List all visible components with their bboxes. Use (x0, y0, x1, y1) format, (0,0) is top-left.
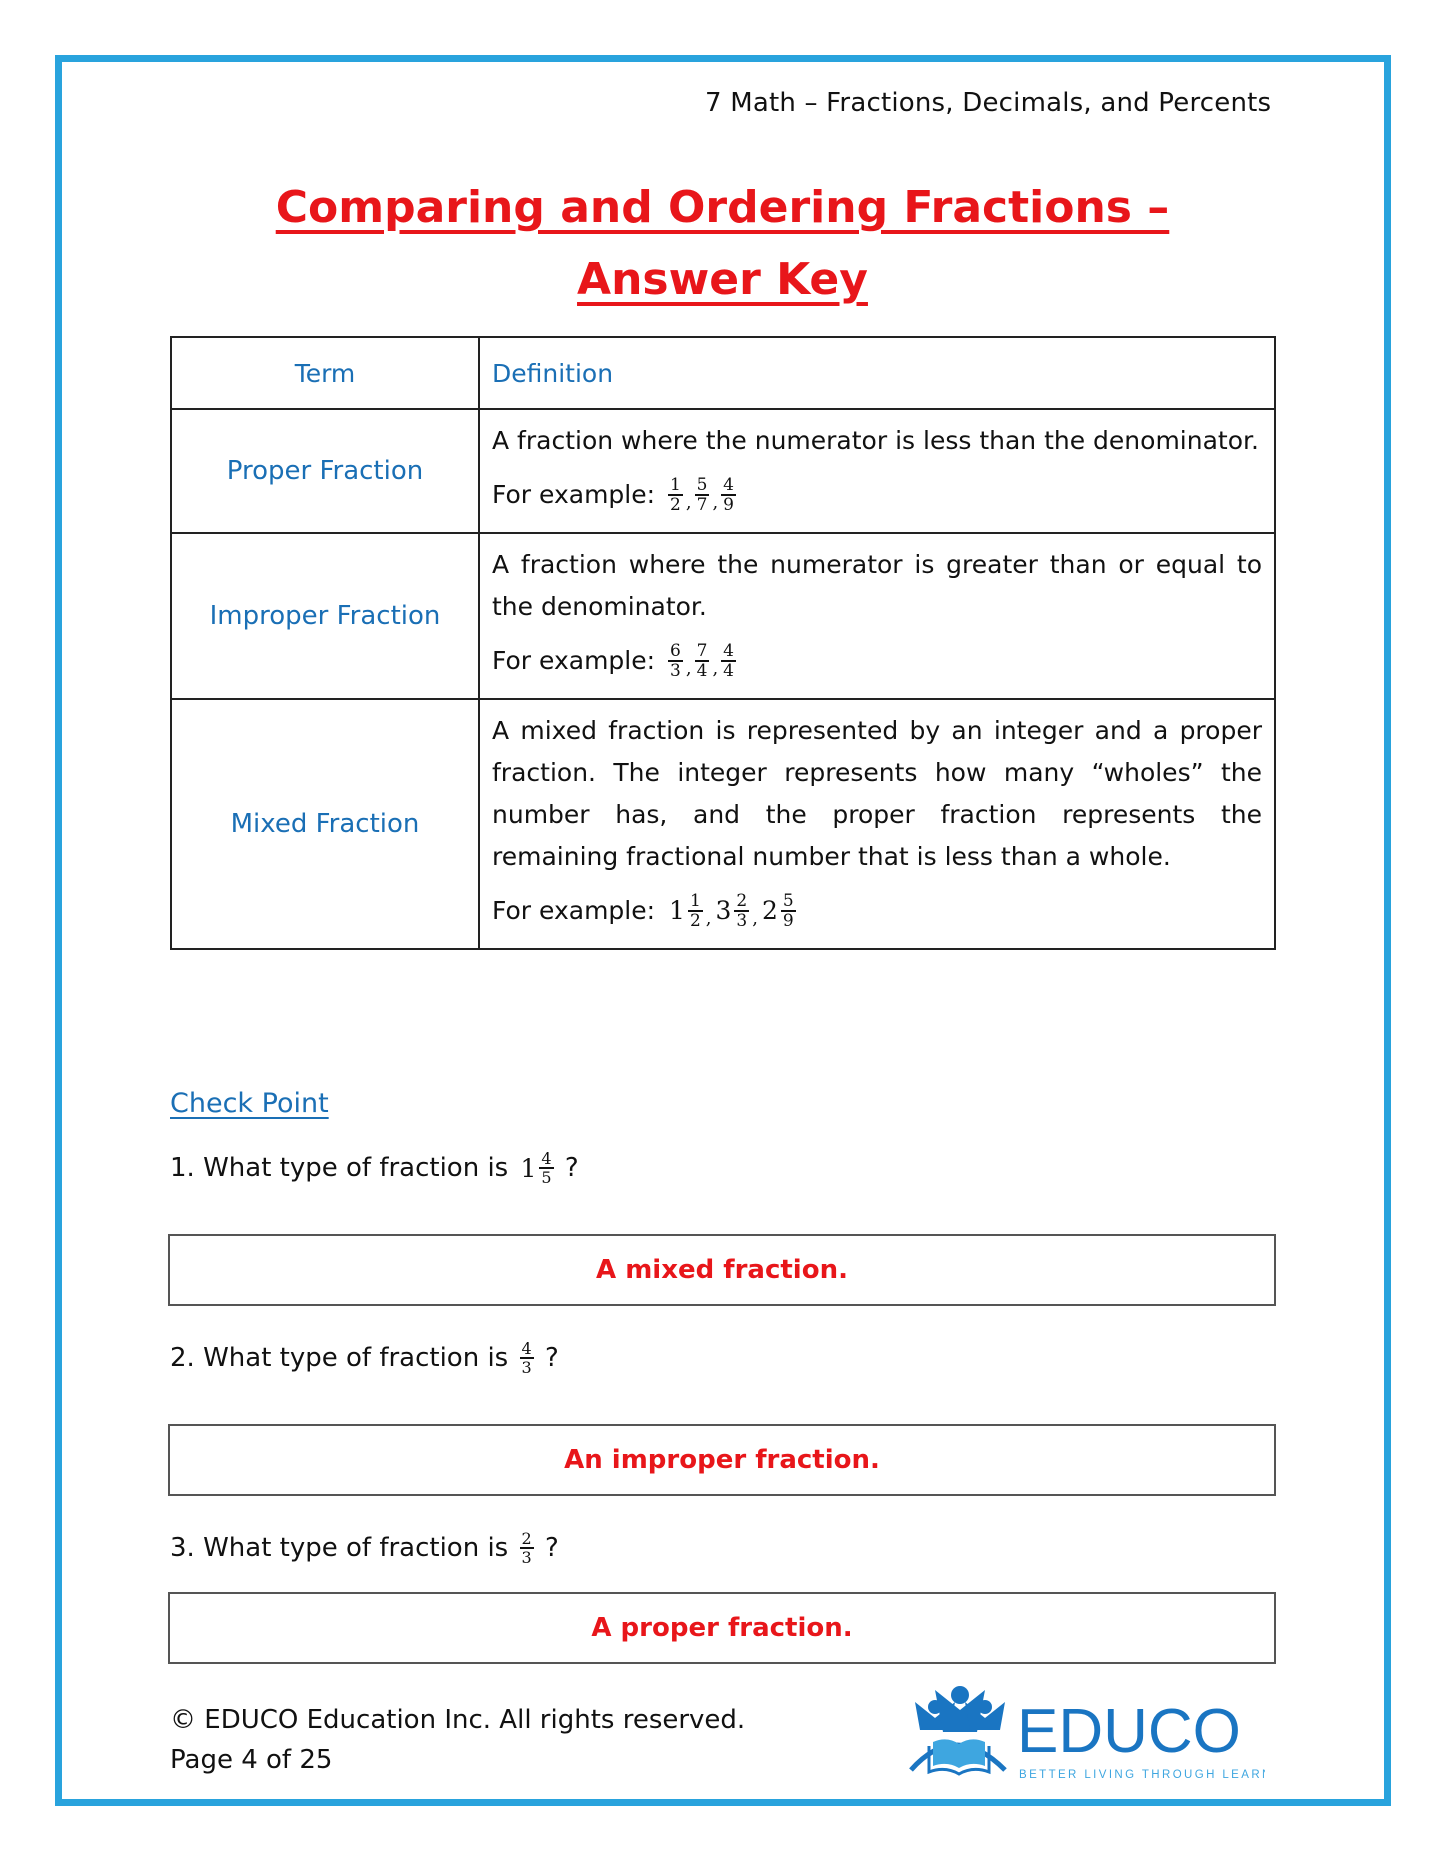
fraction: 12 (687, 891, 703, 931)
question-3: 3. What type of fraction is 23 ? (170, 1530, 559, 1566)
separator: , (685, 658, 692, 679)
numerator: 4 (519, 1339, 534, 1359)
fraction: 23 (734, 891, 750, 931)
fraction: 23 (519, 1529, 534, 1567)
question-mark: ? (536, 1533, 559, 1563)
example-label: For example: (492, 480, 656, 509)
example-line: For example: 112,323,259 (492, 888, 1262, 934)
denominator: 2 (670, 495, 681, 515)
copyright-text: © EDUCO Education Inc. All rights reserv… (170, 1705, 746, 1735)
table-row: Improper Fraction A fraction where the n… (170, 532, 1276, 700)
definition-cell: A mixed fraction is represented by an in… (478, 698, 1276, 950)
numerator: 2 (734, 891, 750, 912)
check-point-heading: Check Point (170, 1088, 329, 1119)
logo-tagline: BETTER LIVING THROUGH LEARNING (1019, 1769, 1265, 1781)
denominator: 3 (736, 911, 748, 931)
fraction: 12 (668, 476, 683, 514)
fraction: 44 (721, 642, 736, 680)
numerator: 2 (519, 1529, 534, 1549)
term-cell: Mixed Fraction (170, 698, 480, 950)
question-text: 2. What type of fraction is (170, 1343, 517, 1373)
denominator: 9 (782, 911, 794, 931)
numerator: 1 (668, 475, 683, 496)
definition-cell: A fraction where the numerator is greate… (478, 532, 1276, 700)
fraction: 45 (539, 1149, 554, 1187)
question-text: 1. What type of fraction is (170, 1153, 517, 1183)
page-number: Page 4 of 25 (170, 1745, 333, 1775)
example-label: For example: (492, 896, 656, 925)
separator: , (705, 908, 712, 929)
logo-wordmark: EDUCO (1017, 1697, 1241, 1766)
separator: , (685, 492, 692, 513)
table-row: Proper Fraction A fraction where the num… (170, 408, 1276, 534)
separator: , (752, 908, 758, 929)
course-header: 7 Math – Fractions, Decimals, and Percen… (705, 88, 1272, 118)
fraction: 57 (694, 475, 710, 515)
denominator: 4 (723, 661, 734, 681)
numerator: 7 (694, 641, 710, 662)
question-mark: ? (556, 1153, 579, 1183)
educo-logo: EDUCO BETTER LIVING THROUGH LEARNING (909, 1686, 1265, 1781)
answer-box-1: A mixed fraction. (168, 1234, 1276, 1306)
answer-box-2: An improper fraction. (168, 1424, 1276, 1496)
whole-number: 1 (520, 1153, 537, 1183)
people-book-icon (909, 1686, 1007, 1776)
definition-cell: A fraction where the numerator is less t… (478, 408, 1276, 534)
definition-text: A fraction where the numerator is less t… (492, 426, 1259, 455)
separator: , (712, 492, 719, 513)
separator: , (712, 658, 719, 679)
question-1: 1. What type of fraction is 145 ? (170, 1150, 579, 1186)
terms-table: Term Definition Proper Fraction A fracti… (170, 336, 1276, 950)
table-header-row: Term Definition (170, 336, 1276, 410)
definition-text: A mixed fraction is represented by an in… (492, 716, 1262, 871)
question-mark: ? (536, 1343, 559, 1373)
answer-box-3: A proper fraction. (168, 1592, 1276, 1664)
fraction: 43 (519, 1339, 534, 1377)
example-line: For example: 63,74,44 (492, 638, 1262, 684)
numerator: 5 (780, 891, 796, 912)
whole-number: 1 (669, 896, 685, 925)
header-definition: Definition (478, 336, 1276, 410)
page-title: Comparing and Ordering Fractions – Answe… (275, 182, 1170, 305)
fraction: 59 (780, 891, 796, 931)
term-cell: Proper Fraction (170, 408, 480, 534)
denominator: 7 (696, 495, 708, 515)
numerator: 4 (539, 1149, 554, 1169)
denominator: 3 (521, 1358, 532, 1377)
question-2: 2. What type of fraction is 43 ? (170, 1340, 559, 1376)
numerator: 4 (721, 641, 736, 662)
numerator: 5 (694, 475, 710, 496)
fraction: 74 (694, 641, 710, 681)
question-text: 3. What type of fraction is (170, 1533, 517, 1563)
fraction: 49 (721, 476, 736, 514)
denominator: 3 (670, 661, 681, 681)
fraction: 63 (668, 642, 683, 680)
denominator: 4 (696, 661, 708, 681)
footer: © EDUCO Education Inc. All rights reserv… (170, 1700, 745, 1780)
whole-number: 3 (715, 896, 732, 925)
whole-number: 2 (761, 896, 778, 925)
definition-text: A fraction where the numerator is greate… (492, 550, 1262, 621)
denominator: 3 (521, 1548, 532, 1567)
example-fractions: 63,74,44 (665, 638, 739, 684)
numerator: 4 (721, 475, 736, 496)
table-row: Mixed Fraction A mixed fraction is repre… (170, 698, 1276, 950)
term-cell: Improper Fraction (170, 532, 480, 700)
header-term: Term (170, 336, 480, 410)
denominator: 2 (689, 911, 701, 931)
example-fractions: 12,57,49 (665, 472, 739, 518)
numerator: 1 (687, 891, 703, 912)
example-fractions: 112,323,259 (665, 888, 799, 934)
numerator: 6 (668, 641, 683, 662)
denominator: 5 (541, 1168, 552, 1187)
denominator: 9 (723, 495, 734, 515)
example-label: For example: (492, 646, 656, 675)
example-line: For example: 12,57,49 (492, 472, 1262, 518)
